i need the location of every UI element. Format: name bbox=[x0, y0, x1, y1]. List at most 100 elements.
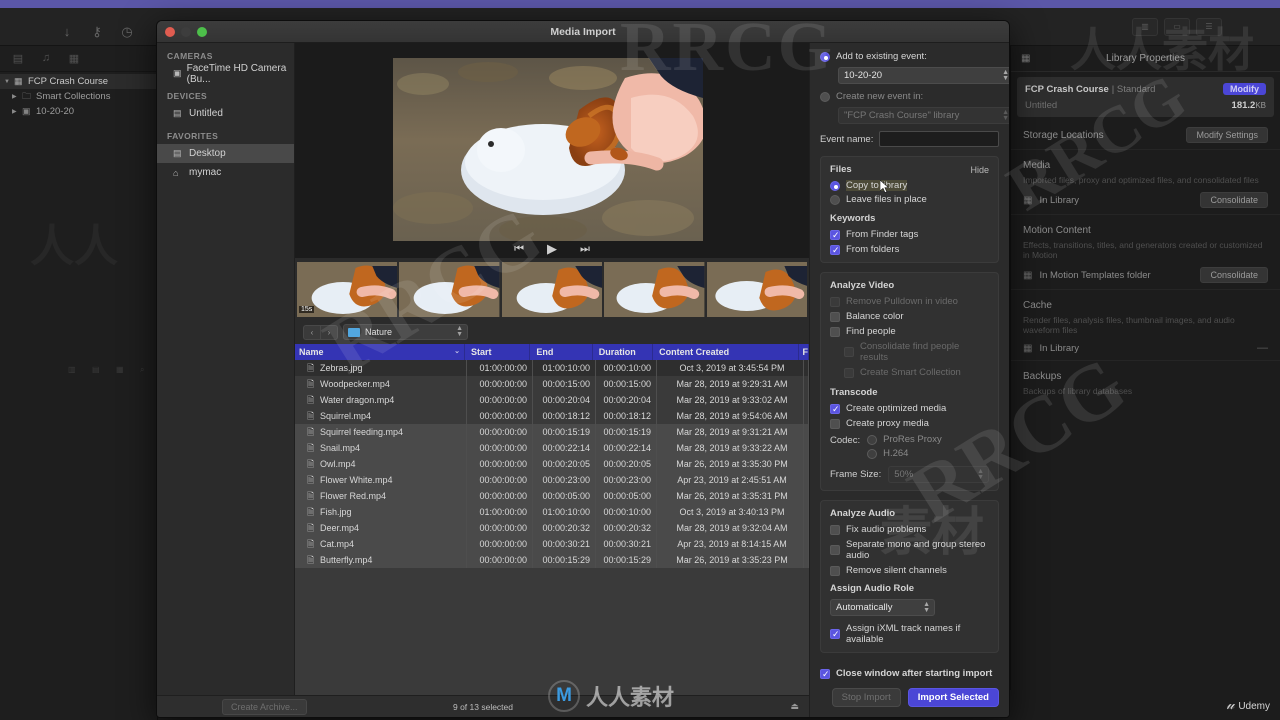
inspector-toggle-icon[interactable]: ▥ bbox=[1132, 18, 1158, 36]
titles-generators-icon[interactable]: ▦ bbox=[66, 52, 82, 66]
chevron-left-icon[interactable]: ‹ bbox=[303, 324, 321, 340]
table-row[interactable]: 🗎 Snail.mp4 00:00:00:00 00:00:22:14 00:00:22… bbox=[295, 440, 809, 456]
sidebar-item-event[interactable]: ▶ ▣ 10-20-20 bbox=[0, 104, 157, 119]
filmstrip-thumb[interactable] bbox=[501, 261, 603, 317]
disclosure-triangle-icon[interactable]: ▶ bbox=[12, 93, 22, 100]
source-item-mymac[interactable]: ⌂ mymac bbox=[157, 163, 294, 182]
column-header-name[interactable]: Name ⌄ bbox=[295, 344, 465, 360]
table-row[interactable]: 🗎 Flower White.mp4 00:00:00:00 00:00:23:00 0… bbox=[295, 472, 809, 488]
file-name: Fish.jpg bbox=[320, 507, 352, 517]
photos-audio-icon[interactable]: ♫ bbox=[38, 52, 54, 66]
zoom-window-button[interactable] bbox=[197, 27, 207, 37]
remove-silent-channels-checkbox[interactable]: Remove silent channels bbox=[830, 565, 989, 576]
analyze-video-title: Analyze Video bbox=[830, 280, 895, 291]
assign-ixml-checkbox[interactable]: Assign iXML track names if available bbox=[830, 623, 989, 645]
column-header-duration[interactable]: Duration bbox=[593, 344, 654, 360]
table-row[interactable]: 🗎 Owl.mp4 00:00:00:00 00:00:20:05 00:00:20:0… bbox=[295, 456, 809, 472]
modify-button[interactable]: Modify bbox=[1223, 83, 1266, 95]
filmstrip-view-icon[interactable]: ▦ bbox=[116, 365, 124, 374]
consolidate-media-button[interactable]: Consolidate bbox=[1200, 192, 1268, 208]
from-folders-checkbox[interactable]: From folders bbox=[830, 244, 989, 256]
cell-start: 00:00:00:00 bbox=[467, 520, 533, 536]
table-row[interactable]: 🗎 Butterfly.mp4 00:00:00:00 00:00:15:29 00:0… bbox=[295, 552, 809, 568]
close-window-after-import-checkbox[interactable]: Close window after starting import bbox=[820, 668, 999, 680]
path-navigation-bar: ‹ › Nature ▲ ▼ bbox=[295, 320, 809, 344]
balance-color-checkbox[interactable]: Balance color bbox=[830, 311, 989, 322]
table-row[interactable]: 🗎 Deer.mp4 00:00:00:00 00:00:20:32 00:00:20:… bbox=[295, 520, 809, 536]
filmstrip[interactable]: 15s bbox=[295, 258, 809, 320]
create-optimized-media-checkbox[interactable]: Create optimized media bbox=[830, 403, 989, 415]
table-row[interactable]: 🗎 Woodpecker.mp4 00:00:00:00 00:00:15:00 00:… bbox=[295, 376, 809, 392]
cell-end: 01:00:10:00 bbox=[533, 504, 596, 520]
disclosure-triangle-icon[interactable]: ▼ bbox=[4, 79, 14, 85]
source-item-untitled-drive[interactable]: ▤ Untitled bbox=[157, 104, 294, 123]
sort-chevron-icon[interactable]: ⌄ bbox=[454, 344, 460, 360]
import-selected-button[interactable]: Import Selected bbox=[907, 688, 999, 707]
existing-event-select[interactable]: 10-20-20 ▲ ▼ bbox=[838, 67, 1009, 84]
filmstrip-thumb[interactable] bbox=[604, 261, 705, 317]
eject-icon[interactable]: ⏏ bbox=[790, 701, 799, 712]
sidebar-item-smart-collections[interactable]: ▶ 🗀 Smart Collections bbox=[0, 89, 157, 104]
preview-image bbox=[393, 58, 703, 241]
consolidate-motion-button[interactable]: Consolidate bbox=[1200, 267, 1268, 283]
list-view-icon[interactable]: ▤ bbox=[92, 365, 100, 374]
modify-settings-button[interactable]: Modify Settings bbox=[1186, 127, 1268, 143]
disclosure-triangle-icon[interactable]: ▶ bbox=[12, 108, 22, 115]
table-row[interactable]: 🗎 Squirrel feeding.mp4 00:00:00:00 00:00:15… bbox=[295, 424, 809, 440]
filmstrip-thumb[interactable] bbox=[399, 261, 500, 317]
table-row[interactable]: 🗎 Flower Red.mp4 00:00:00:00 00:00:05:00 00:… bbox=[295, 488, 809, 504]
filmstrip-thumb[interactable]: 15s bbox=[297, 261, 398, 317]
create-new-event-radio[interactable]: Create new event in: bbox=[820, 91, 999, 102]
cell-duration: 00:00:20:32 bbox=[596, 520, 657, 536]
play-icon[interactable]: ▶ bbox=[547, 241, 557, 257]
table-row[interactable]: 🗎 Cat.mp4 00:00:00:00 00:00:30:21 00:00:30:2… bbox=[295, 536, 809, 552]
close-window-button[interactable] bbox=[165, 27, 175, 37]
libraries-icon[interactable]: ▤ bbox=[10, 52, 26, 66]
home-icon: ⌂ bbox=[173, 167, 179, 178]
event-name-input[interactable] bbox=[879, 131, 999, 147]
folder-path-select[interactable]: Nature ▲ ▼ bbox=[343, 324, 468, 340]
minimize-window-button[interactable] bbox=[181, 27, 191, 37]
audio-role-select[interactable]: Automatically ▲ ▼ bbox=[830, 599, 935, 616]
fix-audio-problems-checkbox[interactable]: Fix audio problems bbox=[830, 524, 989, 535]
cell-content-created: Mar 28, 2019 at 9:33:02 AM bbox=[657, 392, 804, 408]
search-icon[interactable]: ⌕ bbox=[140, 365, 144, 375]
from-finder-tags-checkbox[interactable]: From Finder tags bbox=[830, 229, 989, 241]
source-item-label: mymac bbox=[189, 167, 222, 178]
table-row[interactable]: 🗎 Fish.jpg 01:00:00:00 01:00:10:00 00:00:10:… bbox=[295, 504, 809, 520]
skip-forward-icon[interactable]: ⏭ bbox=[580, 243, 590, 256]
keyword-icon[interactable]: ⚷ bbox=[86, 22, 108, 42]
leave-files-in-place-radio[interactable]: Leave files in place bbox=[830, 194, 989, 205]
stepper-icon[interactable]: ▲ ▼ bbox=[1002, 69, 1009, 82]
stepper-icon[interactable]: ▲ ▼ bbox=[923, 601, 930, 614]
clip-appearance-icon[interactable]: ▥ bbox=[68, 365, 76, 374]
source-item-desktop[interactable]: ▤ Desktop bbox=[157, 144, 294, 163]
table-row[interactable]: 🗎 Water dragon.mp4 00:00:00:00 00:00:20:04 0… bbox=[295, 392, 809, 408]
stepper-icon[interactable]: ▲ ▼ bbox=[456, 325, 463, 339]
find-people-checkbox[interactable]: Find people bbox=[830, 326, 989, 337]
column-header-f[interactable]: F bbox=[799, 344, 809, 360]
background-tasks-icon[interactable]: ◷ bbox=[116, 22, 138, 42]
list-toggle-icon[interactable]: ☰ bbox=[1196, 18, 1222, 36]
sidebar-item-library[interactable]: ▼ ▦ FCP Crash Course bbox=[0, 74, 157, 89]
source-item-facetime-camera[interactable]: ▣ FaceTime HD Camera (Bu... bbox=[157, 63, 294, 85]
add-to-existing-event-radio[interactable]: Add to existing event: bbox=[820, 51, 999, 62]
skip-back-icon[interactable]: ⏮ bbox=[514, 243, 524, 256]
column-header-content-created[interactable]: Content Created bbox=[653, 344, 799, 360]
chevron-right-icon[interactable]: › bbox=[320, 324, 338, 340]
effects-toggle-icon[interactable]: ▭ bbox=[1164, 18, 1190, 36]
media-file-table[interactable]: Name ⌄ Start End Duration Content Create… bbox=[295, 344, 809, 695]
library-icon: ▦ bbox=[1023, 342, 1033, 354]
table-row[interactable]: 🗎 Zebras.jpg 01:00:00:00 01:00:10:00 00:00:1… bbox=[295, 360, 809, 376]
copy-to-library-radio[interactable]: Copy to library bbox=[830, 180, 989, 191]
checkbox-indicator bbox=[830, 418, 840, 429]
filmstrip-thumb[interactable] bbox=[706, 261, 808, 317]
hide-link[interactable]: Hide bbox=[970, 165, 989, 175]
import-icon[interactable]: ↓ bbox=[56, 22, 78, 42]
checkbox-indicator bbox=[830, 311, 840, 322]
column-header-start[interactable]: Start bbox=[465, 344, 531, 360]
column-header-end[interactable]: End bbox=[530, 344, 593, 360]
table-row[interactable]: 🗎 Squirrel.mp4 00:00:00:00 00:00:18:12 00:00… bbox=[295, 408, 809, 424]
create-proxy-media-checkbox[interactable]: Create proxy media bbox=[830, 418, 989, 429]
separate-mono-checkbox[interactable]: Separate mono and group stereo audio bbox=[830, 539, 989, 561]
